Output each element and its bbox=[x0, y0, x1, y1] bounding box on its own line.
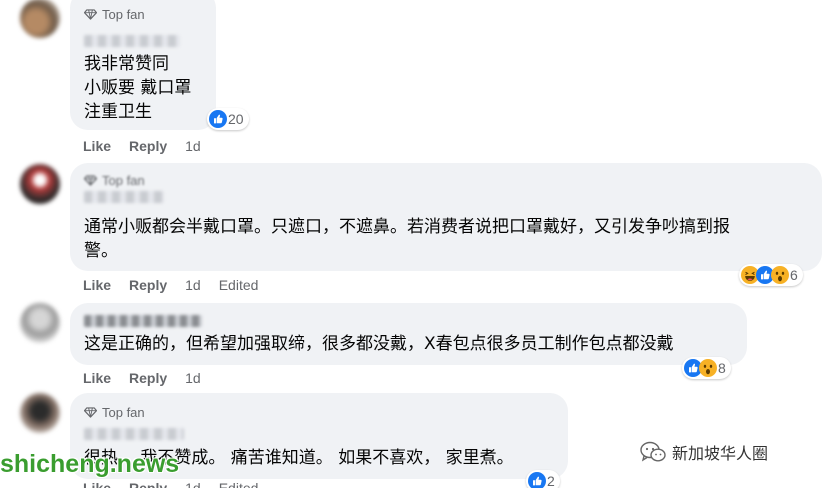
comment-text: 通常小贩都会半戴口罩。只遮口，不遮鼻。若消费者说把口罩戴好，又引发争吵搞到报 警… bbox=[84, 217, 730, 261]
reaction-summary[interactable]: 6 bbox=[739, 264, 803, 286]
comment-actions: Like Reply 1d Edited bbox=[83, 480, 258, 488]
diamond-icon bbox=[84, 175, 97, 186]
reaction-count: 20 bbox=[228, 111, 244, 127]
timestamp[interactable]: 1d bbox=[185, 277, 201, 293]
comment-actions: Like Reply 1d bbox=[83, 138, 219, 154]
wow-reaction-icon bbox=[771, 266, 789, 284]
timestamp[interactable]: 1d bbox=[185, 138, 201, 154]
wechat-icon bbox=[640, 441, 666, 462]
like-reaction-icon bbox=[528, 472, 546, 488]
reply-link[interactable]: Reply bbox=[129, 138, 167, 154]
commenter-name[interactable] bbox=[84, 428, 184, 440]
top-fan-badge: Top fan bbox=[84, 7, 145, 22]
wechat-watermark: 新加坡华人圈 bbox=[640, 440, 768, 464]
reaction-summary[interactable]: 8 bbox=[682, 357, 731, 379]
badge-label: Top fan bbox=[102, 405, 145, 420]
top-fan-badge: Top fan bbox=[84, 405, 145, 420]
comment-actions: Like Reply 1d Edited bbox=[83, 277, 258, 293]
reaction-count: 6 bbox=[790, 267, 798, 283]
like-link[interactable]: Like bbox=[83, 277, 111, 293]
edited-label: Edited bbox=[218, 277, 259, 293]
reaction-count: 8 bbox=[718, 360, 726, 376]
timestamp[interactable]: 1d bbox=[185, 480, 201, 488]
reaction-summary[interactable]: 2 bbox=[526, 470, 560, 488]
commenter-name[interactable] bbox=[84, 315, 202, 327]
avatar[interactable] bbox=[20, 303, 60, 343]
avatar[interactable] bbox=[20, 0, 60, 38]
avatar[interactable] bbox=[20, 164, 60, 204]
diamond-icon bbox=[84, 407, 97, 418]
timestamp[interactable]: 1d bbox=[185, 370, 201, 386]
comment-text: 这是正确的，但希望加强取缔，很多都没戴，X春包点很多员工制作包点都没戴 bbox=[84, 334, 674, 354]
comment-actions: Like Reply 1d bbox=[83, 370, 219, 386]
commenter-name[interactable] bbox=[84, 35, 180, 47]
reply-link[interactable]: Reply bbox=[129, 370, 167, 386]
like-link[interactable]: Like bbox=[83, 138, 111, 154]
wechat-label: 新加坡华人圈 bbox=[672, 444, 769, 463]
comment-text: 我非常赞同 小贩要 戴口罩 注重卫生 bbox=[84, 54, 192, 122]
comment-bubble: Top fan 我非常赞同 小贩要 戴口罩 注重卫生 bbox=[70, 0, 216, 130]
avatar[interactable] bbox=[20, 393, 60, 433]
badge-label: Top fan bbox=[102, 7, 145, 22]
badge-label: Top fan bbox=[102, 173, 145, 188]
reaction-summary[interactable]: 20 bbox=[207, 108, 249, 130]
top-fan-badge: Top fan bbox=[84, 173, 145, 188]
comment-bubble: Top fan 通常小贩都会半戴口罩。只遮口，不遮鼻。若消费者说把口罩戴好，又引… bbox=[70, 163, 822, 271]
commenter-name[interactable] bbox=[84, 191, 164, 203]
edited-label: Edited bbox=[218, 480, 259, 488]
like-reaction-icon bbox=[209, 110, 227, 128]
like-link[interactable]: Like bbox=[83, 370, 111, 386]
like-link[interactable]: Like bbox=[83, 480, 111, 488]
diamond-icon bbox=[84, 9, 97, 20]
comment-bubble: 这是正确的，但希望加强取缔，很多都没戴，X春包点很多员工制作包点都没戴 bbox=[70, 303, 747, 365]
site-watermark: shicheng.news bbox=[0, 450, 180, 478]
reply-link[interactable]: Reply bbox=[129, 277, 167, 293]
reaction-count: 2 bbox=[547, 473, 555, 488]
reply-link[interactable]: Reply bbox=[129, 480, 167, 488]
wow-reaction-icon bbox=[699, 359, 717, 377]
